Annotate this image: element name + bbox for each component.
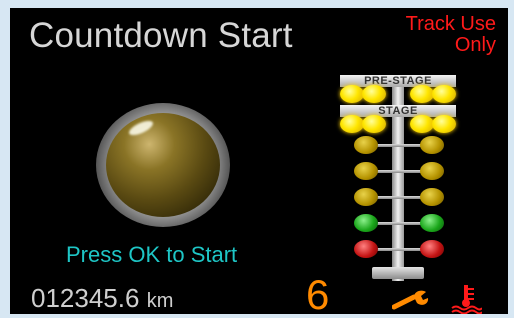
amber-right-bulb-3 [420,188,444,206]
odometer-value: 012345.6 [31,283,140,313]
page-title: Countdown Start [29,16,293,55]
prestage-left-bulb-2 [362,85,386,103]
display-screen: Countdown Start Track Use Only PRE-STAGE… [10,8,508,314]
red-left-bulb [354,240,378,258]
prestage-right-bulb [410,85,434,103]
coolant-temperature-icon [450,284,483,314]
odometer-unit: km [146,290,174,312]
stage-right-bulb [410,115,434,133]
christmas-tree-icon: PRE-STAGE STAGE [328,63,468,283]
amber-left-bulb-1 [354,136,378,154]
odometer: 012345.6 km [31,283,173,314]
instruction-text: Press OK to Start [66,242,238,267]
track-use-notice: Track Use Only [406,14,496,56]
red-right-bulb [420,240,444,258]
track-use-line2: Only [454,34,496,56]
amber-right-bulb-2 [420,162,444,180]
tree-base [372,267,424,279]
prestage-right-bulb-2 [432,85,456,103]
start-light-icon [96,103,230,227]
track-use-line1: Track Use [405,13,496,35]
stage-left-bulb [340,115,364,133]
wrench-icon [391,289,430,314]
green-left-bulb [354,214,378,232]
stage-left-bulb-2 [362,115,386,133]
amber-left-bulb-3 [354,188,378,206]
start-light-lens [106,113,220,217]
gear-indicator: 6 [306,271,330,315]
prestage-left-bulb [340,85,364,103]
green-right-bulb [420,214,444,232]
amber-left-bulb-2 [354,162,378,180]
stage-right-bulb-2 [432,115,456,133]
amber-right-bulb-1 [420,136,444,154]
